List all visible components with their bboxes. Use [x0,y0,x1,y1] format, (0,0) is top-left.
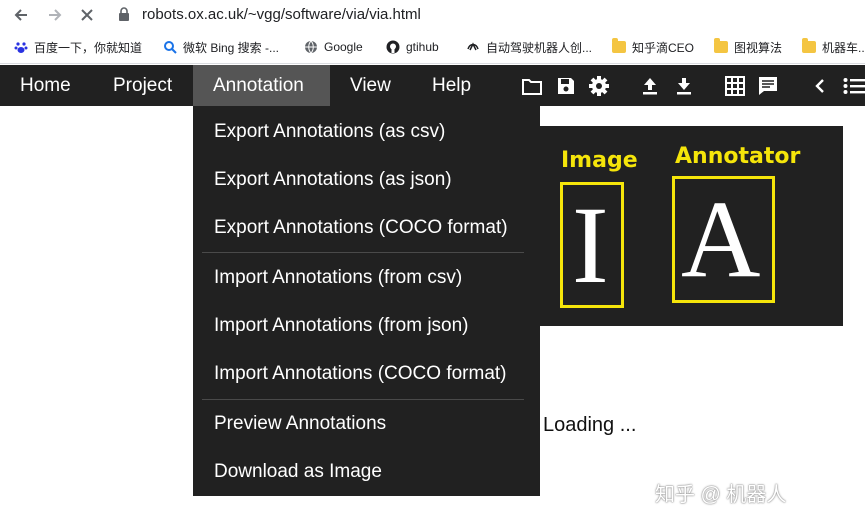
menu-item-import-coco[interactable]: Import Annotations (COCO format) [214,363,507,385]
folder-open-icon[interactable] [520,74,544,98]
bookmark-folder-vision[interactable]: 图视算法 [714,38,782,56]
github-icon [386,40,400,54]
bookmark-baidu[interactable]: 百度一下，你就知道 [14,38,142,56]
app-top-bar: Home Project Annotation View Help [0,65,865,106]
bookmark-github[interactable]: gtihub [386,38,439,56]
menu-annotation[interactable]: Annotation [193,65,330,106]
logo-word-annotator: Annotator [675,144,801,169]
menu-item-download-image[interactable]: Download as Image [214,461,382,483]
baidu-paw-icon [14,40,28,54]
grid-icon[interactable] [723,74,747,98]
bookmark-label: gtihub [406,40,439,54]
menu-item-preview-annotations[interactable]: Preview Annotations [214,413,386,435]
menu-divider [202,252,524,253]
bookmark-site-icon [466,40,480,54]
menu-view[interactable]: View [330,65,411,106]
arrow-left-icon [14,9,27,21]
chevron-left-icon[interactable] [808,74,832,98]
upload-icon[interactable] [638,74,662,98]
bookmark-label: 机器车... [822,40,865,55]
bookmark-label: 百度一下，你就知道 [34,40,143,55]
list-icon[interactable] [842,74,865,98]
watermark-text: 知乎 @ 机器人 [655,484,787,506]
bookmarks-bar: 百度一下，你就知道 微软 Bing 搜索 -... Google gtihub … [0,30,865,64]
folder-icon [802,38,816,54]
lock-icon [118,7,130,26]
logo-letter-i: I [572,184,609,306]
bookmark-bing[interactable]: 微软 Bing 搜索 -... [163,38,279,56]
via-logo: Image I Annotator A [540,126,843,326]
loading-status: Loading ... [543,414,637,436]
menu-home[interactable]: Home [0,65,91,106]
search-icon [163,40,177,54]
bookmark-folder-zhihu[interactable]: 知乎滴CEO [612,38,694,56]
logo-letter-a: A [681,178,761,300]
comment-icon[interactable] [756,74,780,98]
bookmark-google[interactable]: Google [304,38,363,56]
menu-item-import-json[interactable]: Import Annotations (from json) [214,315,469,337]
browser-address-bar: robots.ox.ac.uk/~vgg/software/via/via.ht… [0,0,865,30]
annotation-dropdown-menu: Export Annotations (as csv) Export Annot… [193,106,540,496]
menu-item-export-csv[interactable]: Export Annotations (as csv) [214,121,445,143]
menu-item-export-coco[interactable]: Export Annotations (COCO format) [214,217,508,239]
bookmark-label: Google [324,40,363,54]
bookmark-label: 图视算法 [734,40,783,55]
bookmark-robot-site[interactable]: 自动驾驶机器人创... [466,38,592,56]
folder-icon [714,38,728,54]
bookmark-folder-robot[interactable]: 机器车... [802,38,865,56]
folder-icon [612,38,626,54]
settings-icon[interactable] [587,74,611,98]
stop-button[interactable] [76,4,98,26]
menu-help[interactable]: Help [412,65,491,106]
forward-button[interactable] [44,4,66,26]
back-button[interactable] [10,4,32,26]
menu-item-export-json[interactable]: Export Annotations (as json) [214,169,452,191]
logo-word-image: Image [561,148,638,173]
menu-divider [202,399,524,400]
download-icon[interactable] [672,74,696,98]
globe-icon [304,40,318,54]
menu-project[interactable]: Project [93,65,192,106]
bookmark-label: 微软 Bing 搜索 -... [183,40,280,55]
bookmark-label: 知乎滴CEO [632,40,695,55]
arrow-right-icon [49,9,62,21]
url-text[interactable]: robots.ox.ac.uk/~vgg/software/via/via.ht… [142,6,421,23]
save-icon[interactable] [554,74,578,98]
bookmark-label: 自动驾驶机器人创... [486,40,593,55]
close-icon [81,9,93,21]
menu-item-import-csv[interactable]: Import Annotations (from csv) [214,267,462,289]
